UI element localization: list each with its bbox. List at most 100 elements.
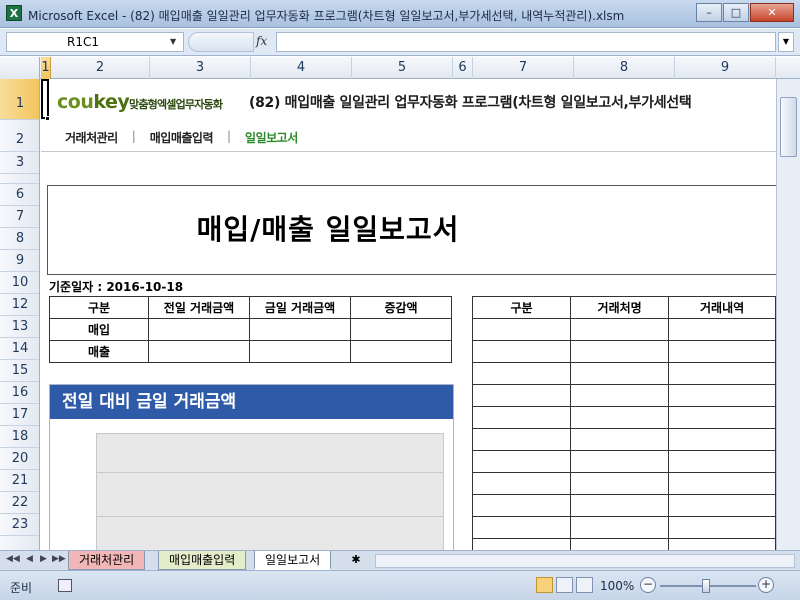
name-box[interactable]: R1C1 <box>6 32 184 52</box>
row-header[interactable]: 2 <box>0 120 39 152</box>
menu-item-client-management[interactable]: 거래처관리 <box>65 129 118 146</box>
table-cell[interactable] <box>570 450 670 473</box>
select-all-corner[interactable] <box>0 57 40 79</box>
table-cell[interactable] <box>668 384 776 407</box>
vertical-scroll-thumb[interactable] <box>780 97 797 157</box>
name-box-dropdown-icon[interactable]: ▼ <box>170 37 176 46</box>
column-header[interactable]: 3 <box>150 57 251 79</box>
row-header[interactable]: 22 <box>0 492 39 514</box>
table-cell[interactable] <box>471 340 572 363</box>
table-cell[interactable] <box>471 450 572 473</box>
menu-item-daily-report[interactable]: 일일보고서 <box>245 129 298 146</box>
table-cell[interactable] <box>570 318 670 341</box>
expand-formula-bar-icon[interactable]: ▼ <box>778 32 794 52</box>
row-header[interactable]: 6 <box>0 184 39 206</box>
fill-handle[interactable] <box>45 116 50 121</box>
row-header[interactable]: 1 <box>0 79 39 120</box>
prev-sheet-icon[interactable]: ◀ <box>26 554 33 564</box>
table-cell[interactable] <box>249 340 351 363</box>
table-cell[interactable] <box>249 318 351 341</box>
table-cell[interactable] <box>668 406 776 429</box>
row-header[interactable]: 8 <box>0 228 39 250</box>
table-cell[interactable] <box>148 340 250 363</box>
minimize-button[interactable]: – <box>696 3 722 22</box>
table-cell[interactable] <box>668 428 776 451</box>
close-button[interactable]: ✕ <box>750 3 794 22</box>
table-cell[interactable] <box>350 318 452 341</box>
table-cell[interactable] <box>471 384 572 407</box>
chart-panel[interactable]: 전일 대비 금일 거래금액 <box>49 384 454 550</box>
column-header[interactable]: 9 <box>675 57 776 79</box>
active-cell-r1c1[interactable] <box>41 79 49 119</box>
first-sheet-icon[interactable]: ◀◀ <box>6 554 20 564</box>
zoom-in-button[interactable]: + <box>758 577 774 593</box>
row-header[interactable]: 13 <box>0 316 39 338</box>
excel-app-icon[interactable]: X <box>6 5 22 21</box>
table-cell[interactable] <box>570 472 670 495</box>
table-cell[interactable] <box>668 538 776 550</box>
horizontal-scrollbar[interactable] <box>375 554 795 568</box>
column-header[interactable]: 5 <box>352 57 453 79</box>
table-cell[interactable] <box>570 516 670 539</box>
table-cell[interactable] <box>570 340 670 363</box>
row-header[interactable]: 18 <box>0 426 39 448</box>
row-header[interactable]: 16 <box>0 382 39 404</box>
formula-bar-splitter[interactable] <box>188 32 254 52</box>
table-cell[interactable] <box>471 428 572 451</box>
table-cell[interactable] <box>148 318 250 341</box>
last-sheet-icon[interactable]: ▶▶ <box>52 554 66 564</box>
row-header[interactable]: 14 <box>0 338 39 360</box>
table-cell[interactable] <box>570 428 670 451</box>
insert-sheet-icon[interactable]: ✱ <box>345 553 367 569</box>
table-cell[interactable] <box>471 516 572 539</box>
table-cell[interactable] <box>668 450 776 473</box>
row-header[interactable]: 7 <box>0 206 39 228</box>
sheet-tab-daily-report[interactable]: 일일보고서 <box>254 551 332 570</box>
insert-function-icon[interactable]: fx <box>256 34 267 48</box>
table-cell[interactable] <box>350 340 452 363</box>
zoom-level[interactable]: 100% <box>600 579 634 593</box>
row-header[interactable]: 10 <box>0 272 39 294</box>
column-header[interactable]: 7 <box>473 57 574 79</box>
worksheet-area[interactable]: coukey 맞춤형엑셀업무자동화 (82) 매입매출 일일관리 업무자동화 프… <box>41 79 776 550</box>
row-header[interactable]: 12 <box>0 294 39 316</box>
table-cell[interactable] <box>471 538 572 550</box>
table-cell[interactable] <box>471 494 572 517</box>
table-cell[interactable] <box>471 472 572 495</box>
table-cell[interactable] <box>668 318 776 341</box>
row-header[interactable]: 9 <box>0 250 39 272</box>
zoom-slider-thumb[interactable] <box>702 579 710 593</box>
row-header[interactable]: 17 <box>0 404 39 426</box>
restore-button[interactable]: □ <box>723 3 749 22</box>
menu-item-purchase-sales-entry[interactable]: 매입매출입력 <box>150 129 214 146</box>
row-header[interactable]: 23 <box>0 514 39 536</box>
table-cell[interactable] <box>471 318 572 341</box>
table-cell[interactable] <box>570 538 670 550</box>
table-cell[interactable] <box>570 362 670 385</box>
table-cell[interactable] <box>668 494 776 517</box>
column-header[interactable]: 8 <box>574 57 675 79</box>
column-header[interactable]: 4 <box>251 57 352 79</box>
table-cell[interactable] <box>668 362 776 385</box>
vertical-scrollbar[interactable] <box>776 79 800 550</box>
next-sheet-icon[interactable]: ▶ <box>40 554 47 564</box>
table-cell[interactable] <box>471 406 572 429</box>
normal-view-icon[interactable] <box>536 577 553 593</box>
row-header[interactable]: 3 <box>0 152 39 174</box>
table-cell[interactable] <box>570 494 670 517</box>
column-header[interactable]: 6 <box>453 57 473 79</box>
page-break-preview-icon[interactable] <box>576 577 593 593</box>
table-cell[interactable] <box>668 472 776 495</box>
table-cell[interactable] <box>570 406 670 429</box>
page-layout-view-icon[interactable] <box>556 577 573 593</box>
row-header[interactable]: 21 <box>0 470 39 492</box>
column-header[interactable]: 2 <box>51 57 150 79</box>
sheet-tab-client-management[interactable]: 거래처관리 <box>68 551 146 570</box>
formula-input[interactable] <box>276 32 776 52</box>
chart-plot-area[interactable] <box>96 433 444 550</box>
sheet-tab-purchase-sales-entry[interactable]: 매입매출입력 <box>158 551 247 570</box>
table-cell[interactable] <box>570 384 670 407</box>
column-header[interactable]: 1 <box>41 57 51 79</box>
table-cell[interactable] <box>471 362 572 385</box>
row-header[interactable]: 20 <box>0 448 39 470</box>
